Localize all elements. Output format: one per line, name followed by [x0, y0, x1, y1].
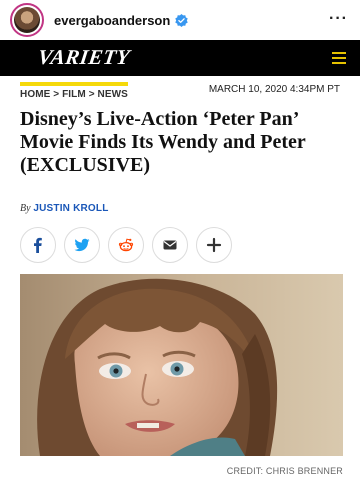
share-buttons [20, 227, 232, 263]
breadcrumb[interactable]: HOME > FILM > NEWS [20, 89, 128, 100]
reddit-icon [118, 238, 134, 252]
share-email-button[interactable] [152, 227, 188, 263]
instagram-post-header: evergaboanderson ··· [0, 0, 360, 40]
site-header: VARIETY [0, 40, 360, 76]
byline-prefix: By [20, 203, 31, 214]
more-options-icon[interactable]: ··· [329, 10, 348, 28]
photo-credit: CREDIT: CHRIS BRENNER [226, 466, 343, 476]
verified-badge-icon [175, 13, 189, 27]
avatar-image [14, 7, 40, 33]
boy-portrait-image [20, 274, 343, 456]
hamburger-icon[interactable] [332, 52, 346, 64]
publish-date: MARCH 10, 2020 4:34PM PT [208, 84, 340, 95]
plus-icon [206, 237, 222, 253]
variety-logo[interactable]: VARIETY [36, 45, 131, 70]
twitter-icon [74, 238, 90, 252]
username-link[interactable]: evergaboanderson [54, 13, 170, 28]
article-headline: Disney’s Live-Action ‘Peter Pan’ Movie F… [20, 108, 306, 176]
share-twitter-button[interactable] [64, 227, 100, 263]
avatar[interactable] [10, 3, 44, 37]
byline: By JUSTIN KROLL [20, 203, 109, 214]
share-reddit-button[interactable] [108, 227, 144, 263]
share-more-button[interactable] [196, 227, 232, 263]
email-icon [163, 240, 177, 250]
section-accent-bar [20, 82, 128, 86]
author-link[interactable]: JUSTIN KROLL [33, 203, 108, 214]
article-photo[interactable] [20, 274, 343, 456]
share-facebook-button[interactable] [20, 227, 56, 263]
facebook-icon [34, 237, 42, 253]
